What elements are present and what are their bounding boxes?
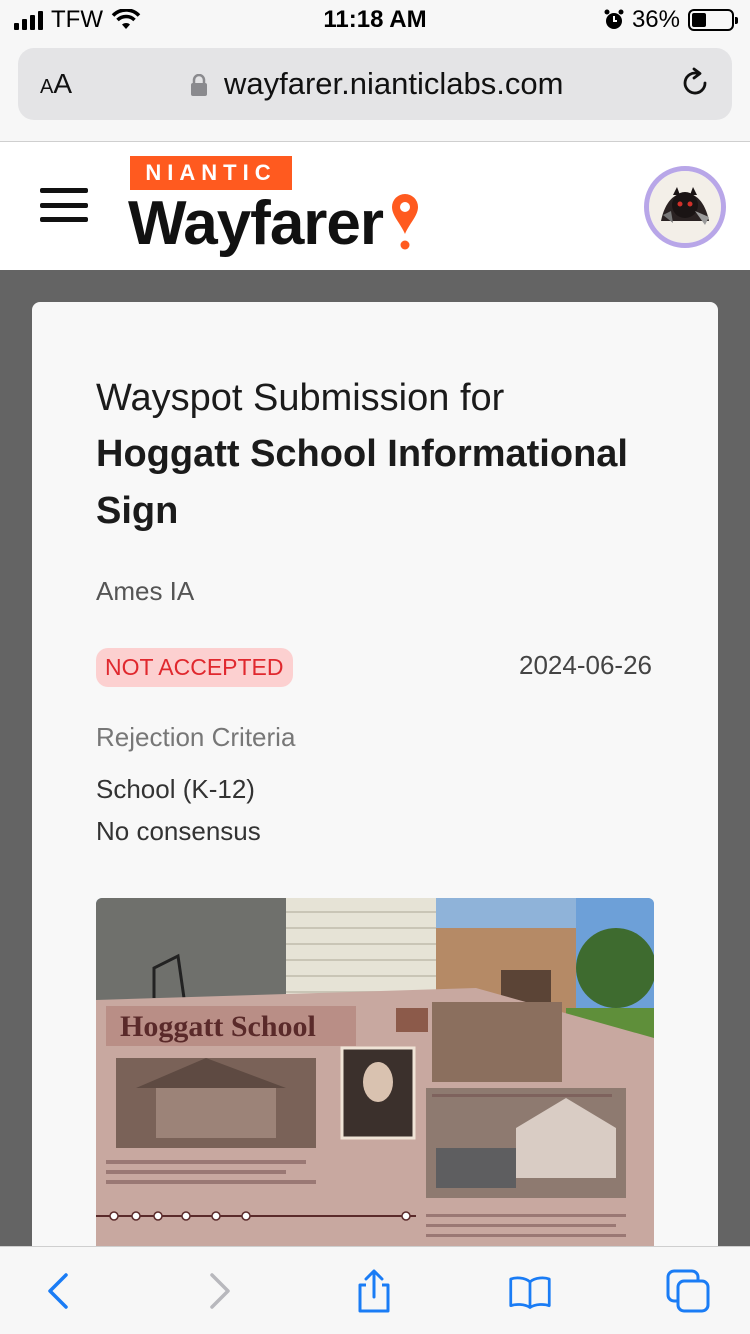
rejection-reason: School (K-12) (96, 774, 255, 804)
browser-chrome: AA wayfarer.nianticlabs.com (0, 40, 750, 142)
heading-prefix: Wayspot Submission for (96, 377, 505, 419)
niantic-logo: NIANTIC (130, 156, 292, 190)
hamburger-menu-icon[interactable] (40, 188, 88, 222)
submission-card: Wayspot Submission for Hoggatt School In… (32, 302, 718, 1262)
battery-icon (688, 9, 738, 31)
wayfarer-logo: Wayfarer (128, 189, 384, 258)
rejection-reason: No consensus (96, 816, 261, 846)
sign-title: Hoggatt School (120, 1010, 316, 1043)
alarm-icon (604, 9, 624, 29)
lock-icon (191, 74, 207, 96)
submission-location: Ames IA (96, 576, 195, 606)
status-badge: NOT ACCEPTED (96, 648, 293, 687)
tabs-icon[interactable] (666, 1269, 710, 1313)
text-size-button[interactable]: AA (40, 68, 72, 100)
submission-heading: Wayspot Submission for Hoggatt School In… (96, 374, 676, 540)
forward-icon[interactable] (196, 1269, 240, 1313)
status-bar: TFW 11:18 AM 36% (0, 0, 750, 40)
battery-percent: 36% (631, 6, 680, 33)
avatar[interactable] (644, 166, 726, 248)
location-pin-icon (392, 194, 418, 250)
url-text[interactable]: wayfarer.nianticlabs.com (224, 66, 563, 102)
url-bar[interactable]: AA wayfarer.nianticlabs.com (18, 48, 732, 120)
submission-date: 2024-06-26 (519, 650, 652, 680)
rejection-criteria-label: Rejection Criteria (96, 722, 296, 752)
reload-icon[interactable] (678, 66, 712, 100)
avatar-image (649, 171, 721, 243)
share-icon[interactable] (352, 1269, 396, 1313)
submission-title: Hoggatt School Informational Sign (96, 433, 628, 532)
submission-photo[interactable]: Hoggatt School (96, 898, 654, 1262)
app-header: NIANTIC Wayfarer (0, 142, 750, 270)
back-icon[interactable] (38, 1269, 82, 1313)
browser-toolbar (0, 1246, 750, 1334)
bookmarks-icon[interactable] (508, 1269, 552, 1313)
